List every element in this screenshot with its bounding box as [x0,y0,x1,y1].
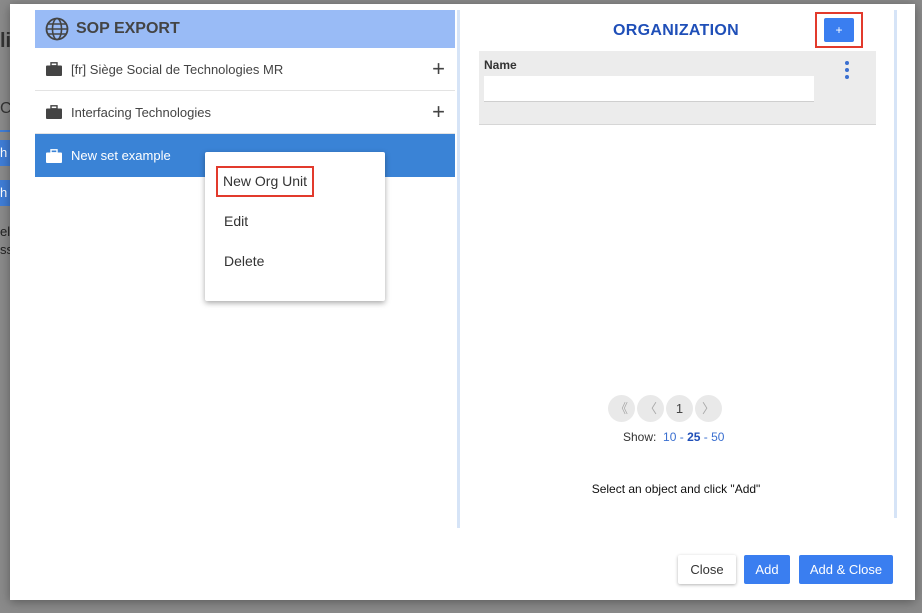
next-page-icon[interactable]: 〉 [695,395,722,422]
background-fragment: el [0,224,10,239]
first-page-icon[interactable]: 《 [608,395,635,422]
tree-header: SOP EXPORT [35,10,455,48]
menu-item-new-org-unit[interactable]: New Org Unit [205,166,385,206]
background-bar: h [0,180,10,206]
add-button-highlight: + [815,12,863,48]
show-label: Show: [623,430,657,444]
page-number-button[interactable]: 1 [666,395,693,422]
briefcase-icon [46,105,62,119]
briefcase-icon [46,62,62,76]
briefcase-icon [46,148,62,163]
pagination: 《 〈 1 〉 [608,395,722,422]
tree-item-label: [fr] Siège Social de Technologies MR [71,61,284,77]
background-bar: h [0,140,10,166]
filter-header: Name [479,51,876,125]
background-fragment: C [0,100,10,117]
background-fragment: ss [0,242,10,257]
tree-title: SOP EXPORT [76,20,180,37]
menu-item-edit[interactable]: Edit [205,206,385,246]
page-size-25[interactable]: 25 [687,430,700,444]
empty-state-hint: Select an object and click "Add" [591,482,761,496]
name-filter-input[interactable] [484,76,814,102]
organization-title: ORGANIZATION [613,22,739,39]
background-underline [0,130,10,132]
page-size-50[interactable]: 50 [711,430,724,444]
tree-item-label: Interfacing Technologies [71,104,211,120]
tree-item-label: New set example [71,148,171,163]
close-button[interactable]: Close [678,555,736,584]
menu-item-delete[interactable]: Delete [205,246,385,286]
name-filter-label: Name [484,58,517,72]
more-options-icon[interactable] [845,61,851,82]
tree-item-interfacing-technologies[interactable]: Interfacing Technologies + [35,91,455,134]
context-menu: New Org Unit Edit Delete [205,152,385,301]
panel-divider [457,10,460,528]
add-and-close-button[interactable]: Add & Close [799,555,893,584]
page-size-selector: Show: 10 - 25 - 50 [623,430,725,444]
add-button[interactable]: Add [744,555,790,584]
tree-item-siege-social[interactable]: [fr] Siège Social de Technologies MR + [35,48,455,91]
globe-icon [45,17,69,41]
add-child-plus-icon[interactable]: + [432,101,445,123]
add-organization-button[interactable]: + [824,18,854,42]
prev-page-icon[interactable]: 〈 [637,395,664,422]
add-child-plus-icon[interactable]: + [432,58,445,80]
page-size-10[interactable]: 10 [663,430,676,444]
scrollbar-track[interactable] [894,10,897,518]
background-fragment: li [0,30,10,52]
select-dialog: SOP EXPORT [fr] Siège Social de Technolo… [10,4,915,600]
